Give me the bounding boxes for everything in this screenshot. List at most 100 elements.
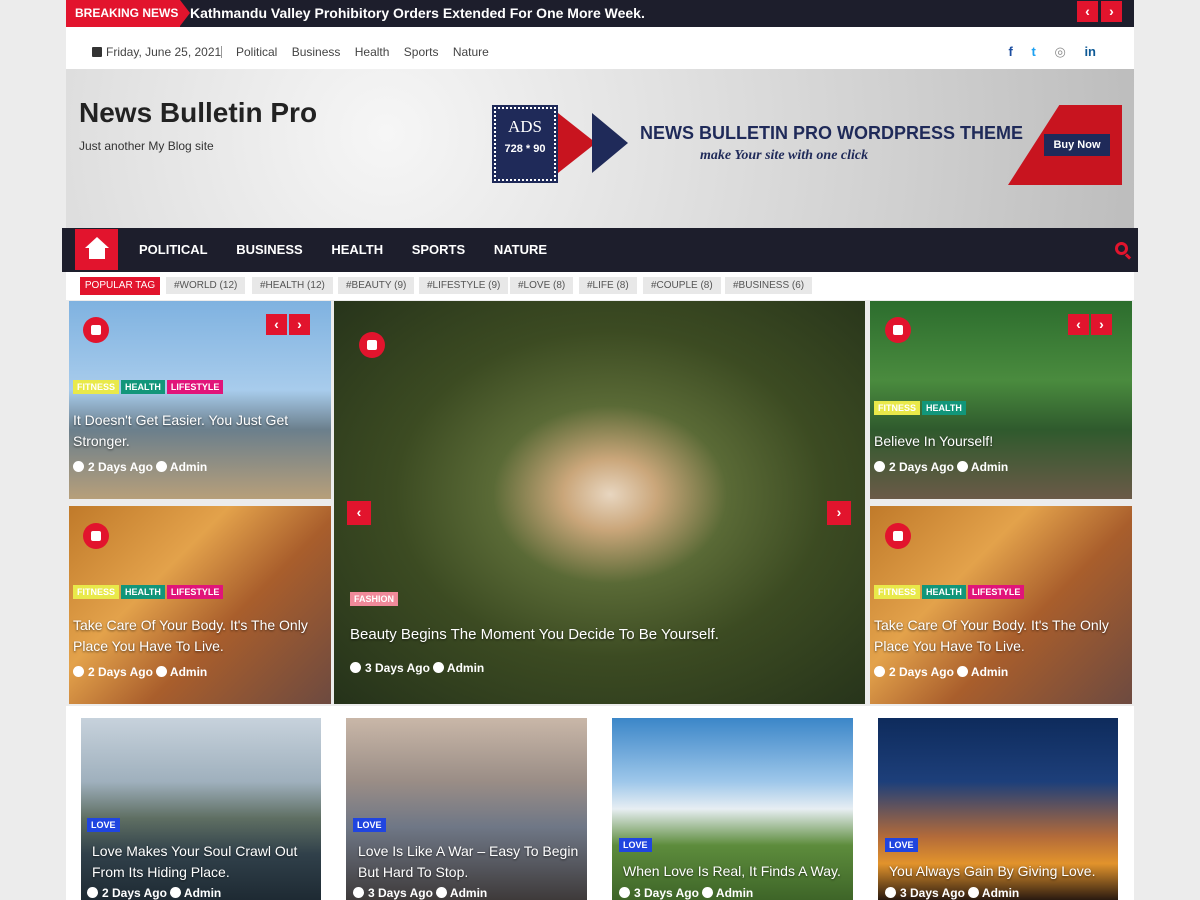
post-card-1[interactable]: LOVE Love Makes Your Soul Crawl Out From… xyxy=(81,718,321,900)
tag-business[interactable]: #BUSINESS (6) xyxy=(725,277,813,294)
category-fitness[interactable]: FITNESS xyxy=(874,585,921,599)
category-lifestyle[interactable]: LIFESTYLE xyxy=(967,585,1025,599)
nav-item-sports[interactable]: SPORTS xyxy=(412,242,465,257)
post-time: 3 Days Ago xyxy=(368,886,433,900)
featured-card-left-top[interactable]: ‹ › FITNESS HEALTH LIFESTYLE It Doesn't Get… xyxy=(69,301,331,499)
tag-life[interactable]: #LIFE (8) xyxy=(579,277,637,294)
slider-next-button[interactable]: › xyxy=(827,501,851,525)
post-meta: 2 Days Ago Admin xyxy=(874,665,1008,679)
post-meta: 2 Days Ago Admin xyxy=(87,886,221,900)
category-fitness[interactable]: FITNESS xyxy=(73,380,120,394)
post-card-4[interactable]: LOVE You Always Gain By Giving Love. 3 D… xyxy=(878,718,1118,900)
category-fitness[interactable]: FITNESS xyxy=(73,585,120,599)
divider xyxy=(221,46,222,58)
featured-card-left-bottom[interactable]: FITNESS HEALTH LIFESTYLE Take Care Of Your… xyxy=(69,506,331,704)
site-title[interactable]: News Bulletin Pro xyxy=(79,97,317,129)
breaking-prev-button[interactable]: ‹ xyxy=(1077,1,1098,22)
ad-banner[interactable]: ADS 728 * 90 NEWS BULLETIN PRO WORDPRESS… xyxy=(492,105,1122,185)
buy-now-button[interactable]: Buy Now xyxy=(1044,134,1110,156)
category-health[interactable]: HEALTH xyxy=(922,401,966,415)
clock-icon xyxy=(350,662,361,673)
breaking-news-label: BREAKING NEWS xyxy=(66,0,190,27)
post-author[interactable]: Admin xyxy=(170,665,207,679)
featured-card-right-bottom[interactable]: FITNESS HEALTH LIFESTYLE Take Care Of Your… xyxy=(870,506,1132,704)
linkedin-icon[interactable]: in xyxy=(1084,44,1096,59)
card-arrows: ‹ › xyxy=(266,314,312,335)
post-author[interactable]: Admin xyxy=(184,886,221,900)
breaking-next-button[interactable]: › xyxy=(1101,1,1122,22)
post-author[interactable]: Admin xyxy=(716,886,753,900)
category-badges: LOVE xyxy=(353,818,388,832)
category-health[interactable]: HEALTH xyxy=(922,585,966,599)
top-link-political[interactable]: Political xyxy=(236,45,277,59)
post-title[interactable]: Love Is Like A War – Easy To Begin But H… xyxy=(358,841,587,883)
category-health[interactable]: HEALTH xyxy=(121,380,165,394)
user-icon xyxy=(435,887,447,898)
category-badges: LOVE xyxy=(885,838,920,852)
post-title[interactable]: Love Makes Your Soul Crawl Out From Its … xyxy=(92,841,321,883)
top-link-health[interactable]: Health xyxy=(355,45,390,59)
category-lifestyle[interactable]: LIFESTYLE xyxy=(166,380,224,394)
category-fitness[interactable]: FITNESS xyxy=(874,401,921,415)
clock-icon xyxy=(619,887,630,898)
breaking-news-headline[interactable]: Kathmandu Valley Prohibitory Orders Exte… xyxy=(190,0,645,27)
twitter-icon[interactable]: t xyxy=(1032,44,1036,59)
category-badges: FASHION xyxy=(350,592,400,606)
post-time: 3 Days Ago xyxy=(365,661,430,675)
nav-item-nature[interactable]: NATURE xyxy=(494,242,547,257)
post-title[interactable]: You Always Gain By Giving Love. xyxy=(889,861,1118,882)
category-badges: FITNESS HEALTH LIFESTYLE xyxy=(73,585,225,599)
facebook-icon[interactable]: f xyxy=(1009,44,1013,59)
post-title[interactable]: Beauty Begins The Moment You Decide To B… xyxy=(350,624,850,645)
post-title[interactable]: It Doesn't Get Easier. You Just Get Stro… xyxy=(73,410,313,452)
category-love[interactable]: LOVE xyxy=(885,838,918,852)
home-button[interactable] xyxy=(75,229,118,270)
post-title[interactable]: When Love Is Real, It Finds A Way. xyxy=(623,861,853,882)
top-link-business[interactable]: Business xyxy=(292,45,341,59)
category-fashion[interactable]: FASHION xyxy=(350,592,399,606)
tag-world[interactable]: #WORLD (12) xyxy=(166,277,246,294)
post-author[interactable]: Admin xyxy=(447,661,484,675)
post-title[interactable]: Believe In Yourself! xyxy=(874,431,1124,452)
site-header: News Bulletin Pro Just another My Blog s… xyxy=(66,69,1134,229)
post-author[interactable]: Admin xyxy=(982,886,1019,900)
tag-love[interactable]: #LOVE (8) xyxy=(510,277,574,294)
nav-item-business[interactable]: BUSINESS xyxy=(236,242,302,257)
category-badges: FITNESS HEALTH xyxy=(874,401,968,415)
post-author[interactable]: Admin xyxy=(971,665,1008,679)
search-icon[interactable] xyxy=(1115,242,1128,255)
tag-couple[interactable]: #COUPLE (8) xyxy=(643,277,721,294)
category-lifestyle[interactable]: LIFESTYLE xyxy=(166,585,224,599)
popular-tag-label: POPULAR TAG xyxy=(80,277,160,295)
tag-health[interactable]: #HEALTH (12) xyxy=(252,277,333,294)
category-love[interactable]: LOVE xyxy=(353,818,386,832)
card-prev-button[interactable]: ‹ xyxy=(1068,314,1089,335)
camera-icon xyxy=(885,523,911,549)
post-title[interactable]: Take Care Of Your Body. It's The Only Pl… xyxy=(874,615,1132,657)
nav-item-health[interactable]: HEALTH xyxy=(331,242,383,257)
top-link-sports[interactable]: Sports xyxy=(404,45,439,59)
post-author[interactable]: Admin xyxy=(971,460,1008,474)
nav-item-political[interactable]: POLITICAL xyxy=(139,242,208,257)
category-love[interactable]: LOVE xyxy=(87,818,120,832)
featured-card-right-top[interactable]: ‹ › FITNESS HEALTH Believe In Yourself! 2 … xyxy=(870,301,1132,499)
card-prev-button[interactable]: ‹ xyxy=(266,314,287,335)
slider-prev-button[interactable]: ‹ xyxy=(347,501,371,525)
clock-icon xyxy=(73,666,84,677)
category-love[interactable]: LOVE xyxy=(619,838,652,852)
post-card-3[interactable]: LOVE When Love Is Real, It Finds A Way. … xyxy=(612,718,853,900)
card-next-button[interactable]: › xyxy=(1091,314,1112,335)
tag-lifestyle[interactable]: #LIFESTYLE (9) xyxy=(419,277,509,294)
instagram-icon[interactable]: ◎ xyxy=(1054,44,1065,59)
post-title[interactable]: Take Care Of Your Body. It's The Only Pl… xyxy=(73,615,331,657)
post-author[interactable]: Admin xyxy=(450,886,487,900)
card-next-button[interactable]: › xyxy=(289,314,310,335)
top-link-nature[interactable]: Nature xyxy=(453,45,489,59)
post-card-2[interactable]: LOVE Love Is Like A War – Easy To Begin … xyxy=(346,718,587,900)
category-health[interactable]: HEALTH xyxy=(121,585,165,599)
post-author[interactable]: Admin xyxy=(170,460,207,474)
post-grid: LOVE Love Makes Your Soul Crawl Out From… xyxy=(66,706,1134,900)
featured-card-center[interactable]: ‹ › FASHION Beauty Begins The Moment You… xyxy=(334,301,865,704)
post-meta: 2 Days Ago Admin xyxy=(73,460,207,474)
tag-beauty[interactable]: #BEAUTY (9) xyxy=(338,277,415,294)
